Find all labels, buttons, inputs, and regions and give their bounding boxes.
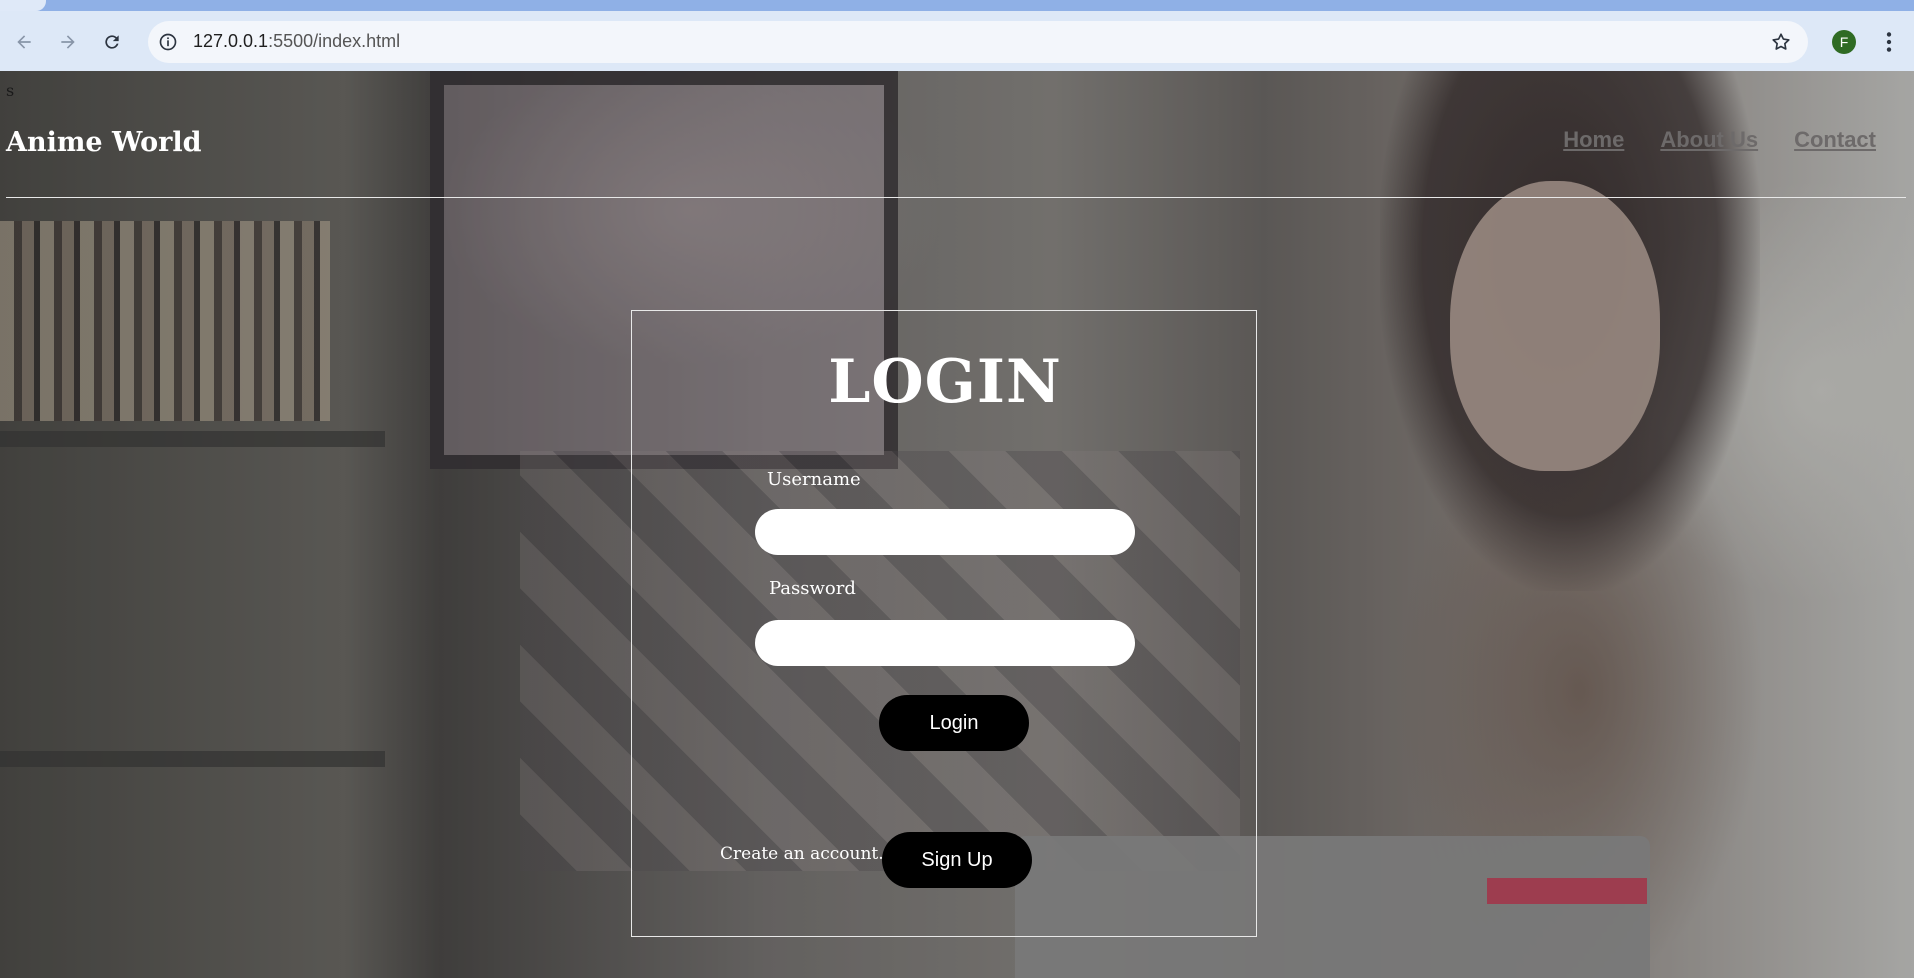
browser-tab[interactable]: [0, 0, 46, 11]
password-input[interactable]: [755, 620, 1135, 666]
browser-toolbar: 127.0.0.1:5500/index.html F: [0, 11, 1914, 71]
password-label: Password: [769, 578, 856, 599]
back-arrow-icon[interactable]: [10, 28, 38, 56]
header-divider: [6, 197, 1906, 198]
create-account-text: Create an account.: [720, 844, 884, 864]
login-title: LOGIN: [828, 347, 1062, 417]
login-button[interactable]: Login: [879, 695, 1029, 751]
nav-link-home[interactable]: Home: [1563, 127, 1624, 153]
site-brand[interactable]: Anime World: [6, 127, 201, 158]
address-bar[interactable]: 127.0.0.1:5500/index.html: [148, 21, 1808, 63]
nav-link-contact[interactable]: Contact: [1794, 127, 1876, 153]
profile-avatar[interactable]: F: [1832, 30, 1856, 54]
login-panel: LOGIN Username Password Login Create an …: [631, 310, 1257, 937]
url-host: 127.0.0.1: [193, 31, 269, 51]
username-label: Username: [767, 469, 861, 490]
site-nav: Home About Us Contact: [1563, 127, 1876, 153]
forward-arrow-icon[interactable]: [54, 28, 82, 56]
browser-tab-strip: [0, 0, 1914, 11]
reload-icon[interactable]: [98, 28, 126, 56]
url-text[interactable]: 127.0.0.1:5500/index.html: [193, 31, 400, 52]
info-icon[interactable]: [158, 32, 178, 52]
star-icon[interactable]: [1770, 31, 1792, 53]
sign-up-button[interactable]: Sign Up: [882, 832, 1032, 888]
username-input[interactable]: [755, 509, 1135, 555]
page-viewport: s Anime World Home About Us Contact LOGI…: [0, 71, 1914, 978]
url-path: :5500/index.html: [268, 31, 401, 51]
nav-link-about-us[interactable]: About Us: [1660, 127, 1758, 153]
kebab-menu-icon[interactable]: [1876, 29, 1902, 55]
stray-text: s: [6, 81, 15, 100]
